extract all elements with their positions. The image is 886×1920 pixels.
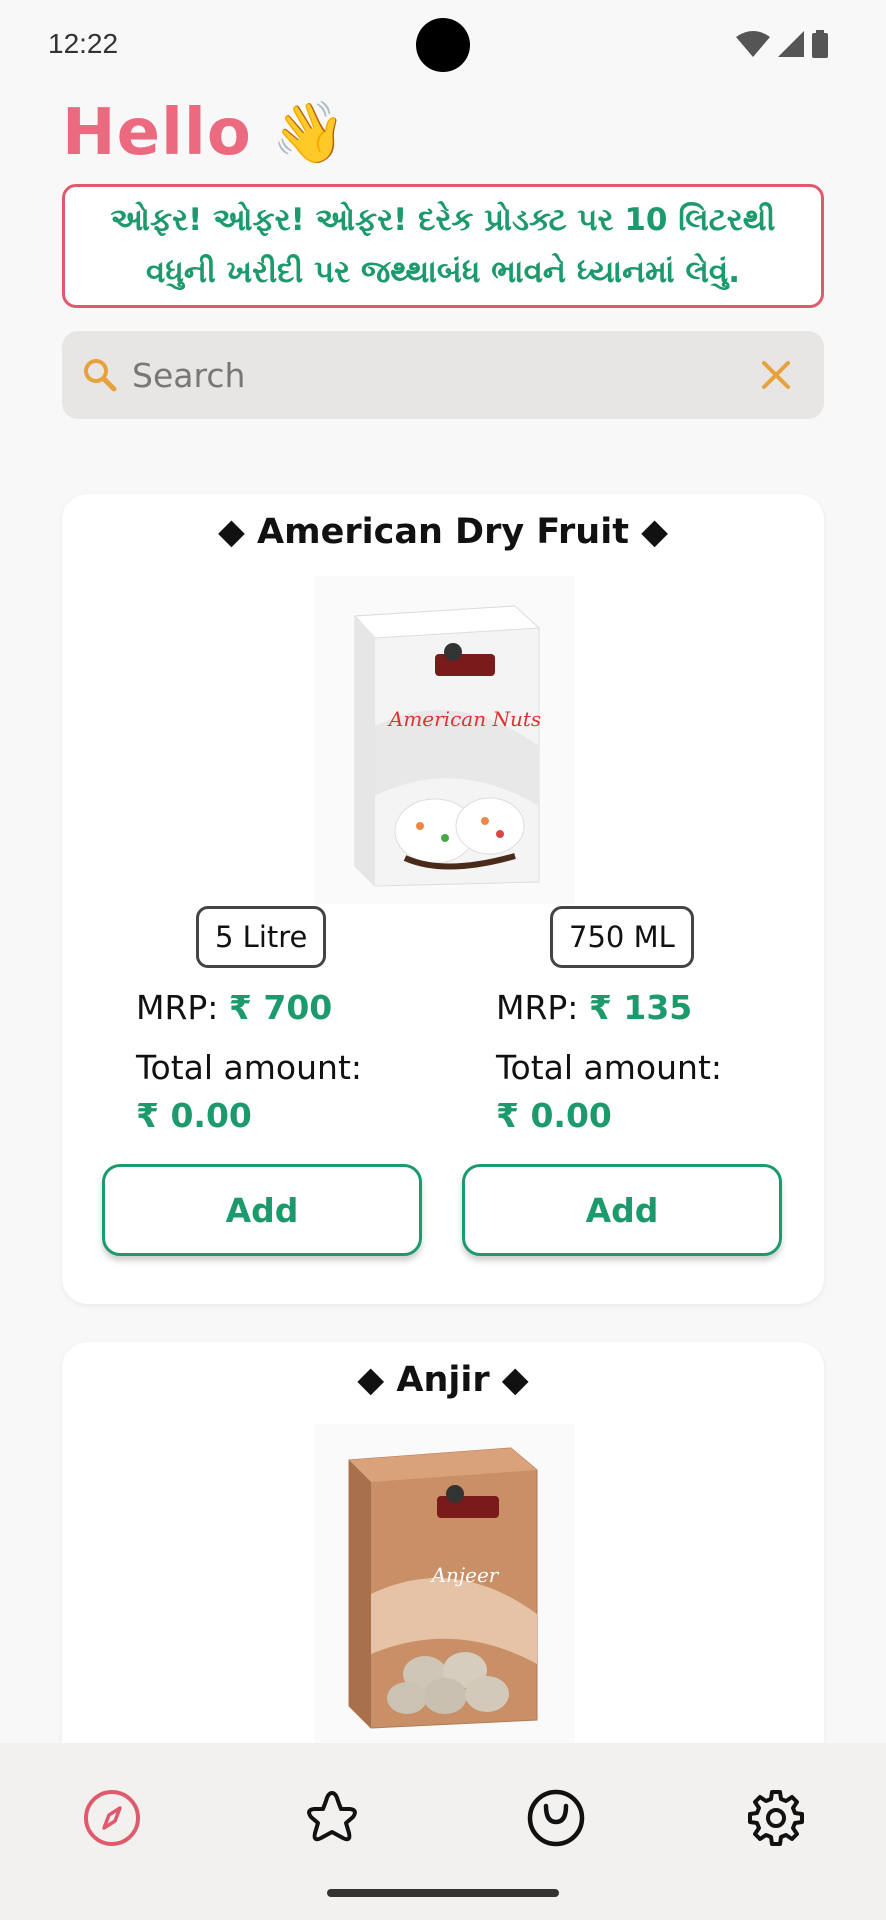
status-bar: 12:22: [0, 0, 886, 90]
search-input[interactable]: [132, 347, 732, 403]
waving-hand-icon: 👋: [271, 98, 347, 168]
size-chip: 5 Litre: [196, 906, 327, 968]
signal-icon: [778, 31, 804, 57]
status-time: 12:22: [48, 28, 119, 59]
favorites-icon: [307, 1791, 357, 1842]
add-button[interactable]: Add: [102, 1164, 422, 1256]
battery-icon: [812, 30, 828, 58]
offer-text: ઓફર! ઓફર! ઓફર! દરેક પ્રોડક્ટ પર 10 લિટરથ…: [110, 202, 776, 290]
mrp-value: ₹ 700: [228, 988, 333, 1027]
mrp: MRP: ₹ 135: [496, 988, 692, 1027]
product-title: ◆ Anjir ◆: [357, 1360, 529, 1400]
mrp-label: MRP:: [136, 988, 229, 1027]
mrp-label: MRP:: [496, 988, 589, 1027]
camera-cutout: [416, 18, 470, 72]
product-title: ◆ American Dry Fruit ◆: [217, 512, 669, 552]
nav-favorites[interactable]: [297, 1783, 367, 1853]
settings-icon: [748, 1790, 804, 1846]
add-button[interactable]: Add: [462, 1164, 782, 1256]
greeting-text: Hello: [62, 96, 252, 170]
size-chip: 750 ML: [550, 906, 694, 968]
bottom-navigation: [0, 1743, 886, 1920]
product-image: Anjeer: [315, 1424, 575, 1752]
nav-settings[interactable]: [741, 1783, 811, 1853]
nav-cart[interactable]: [521, 1783, 591, 1853]
cart-icon: [527, 1789, 585, 1847]
total-amount-value: ₹ 0.00: [136, 1096, 252, 1135]
explore-icon: [84, 1790, 140, 1846]
product-card: ◆ American Dry Fruit ◆ American Nuts 5 L…: [62, 494, 824, 1304]
greeting: Hello 👋: [62, 96, 347, 170]
total-amount-label: Total amount:: [136, 1048, 363, 1087]
total-amount-value: ₹ 0.00: [496, 1096, 612, 1135]
wifi-icon: [736, 31, 770, 57]
package-label: Anjeer: [430, 1563, 500, 1587]
product-image: American Nuts: [315, 576, 575, 904]
total-amount-label: Total amount:: [496, 1048, 723, 1087]
clear-icon[interactable]: [756, 355, 796, 395]
nav-explore[interactable]: [77, 1783, 147, 1853]
status-icons: [736, 30, 828, 58]
home-indicator[interactable]: [327, 1889, 559, 1897]
package-label: American Nuts: [387, 707, 541, 731]
mrp-value: ₹ 135: [588, 988, 693, 1027]
offer-banner: ઓફર! ઓફર! ઓફર! દરેક પ્રોડક્ટ પર 10 લિટરથ…: [62, 184, 824, 308]
search-bar[interactable]: [62, 331, 824, 419]
search-icon: [84, 359, 117, 392]
mrp: MRP: ₹ 700: [136, 988, 332, 1027]
